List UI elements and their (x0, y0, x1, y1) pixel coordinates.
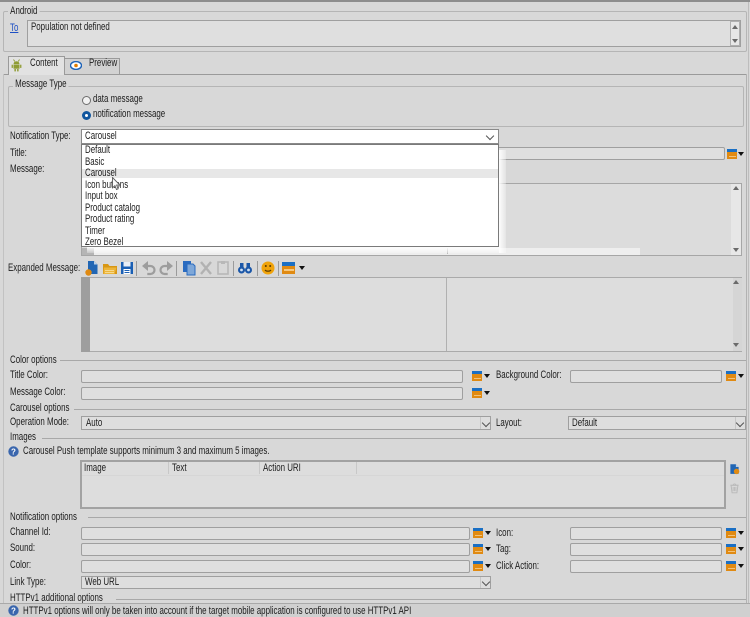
svg-text:?: ? (11, 606, 16, 615)
svg-text:?: ? (11, 447, 16, 456)
